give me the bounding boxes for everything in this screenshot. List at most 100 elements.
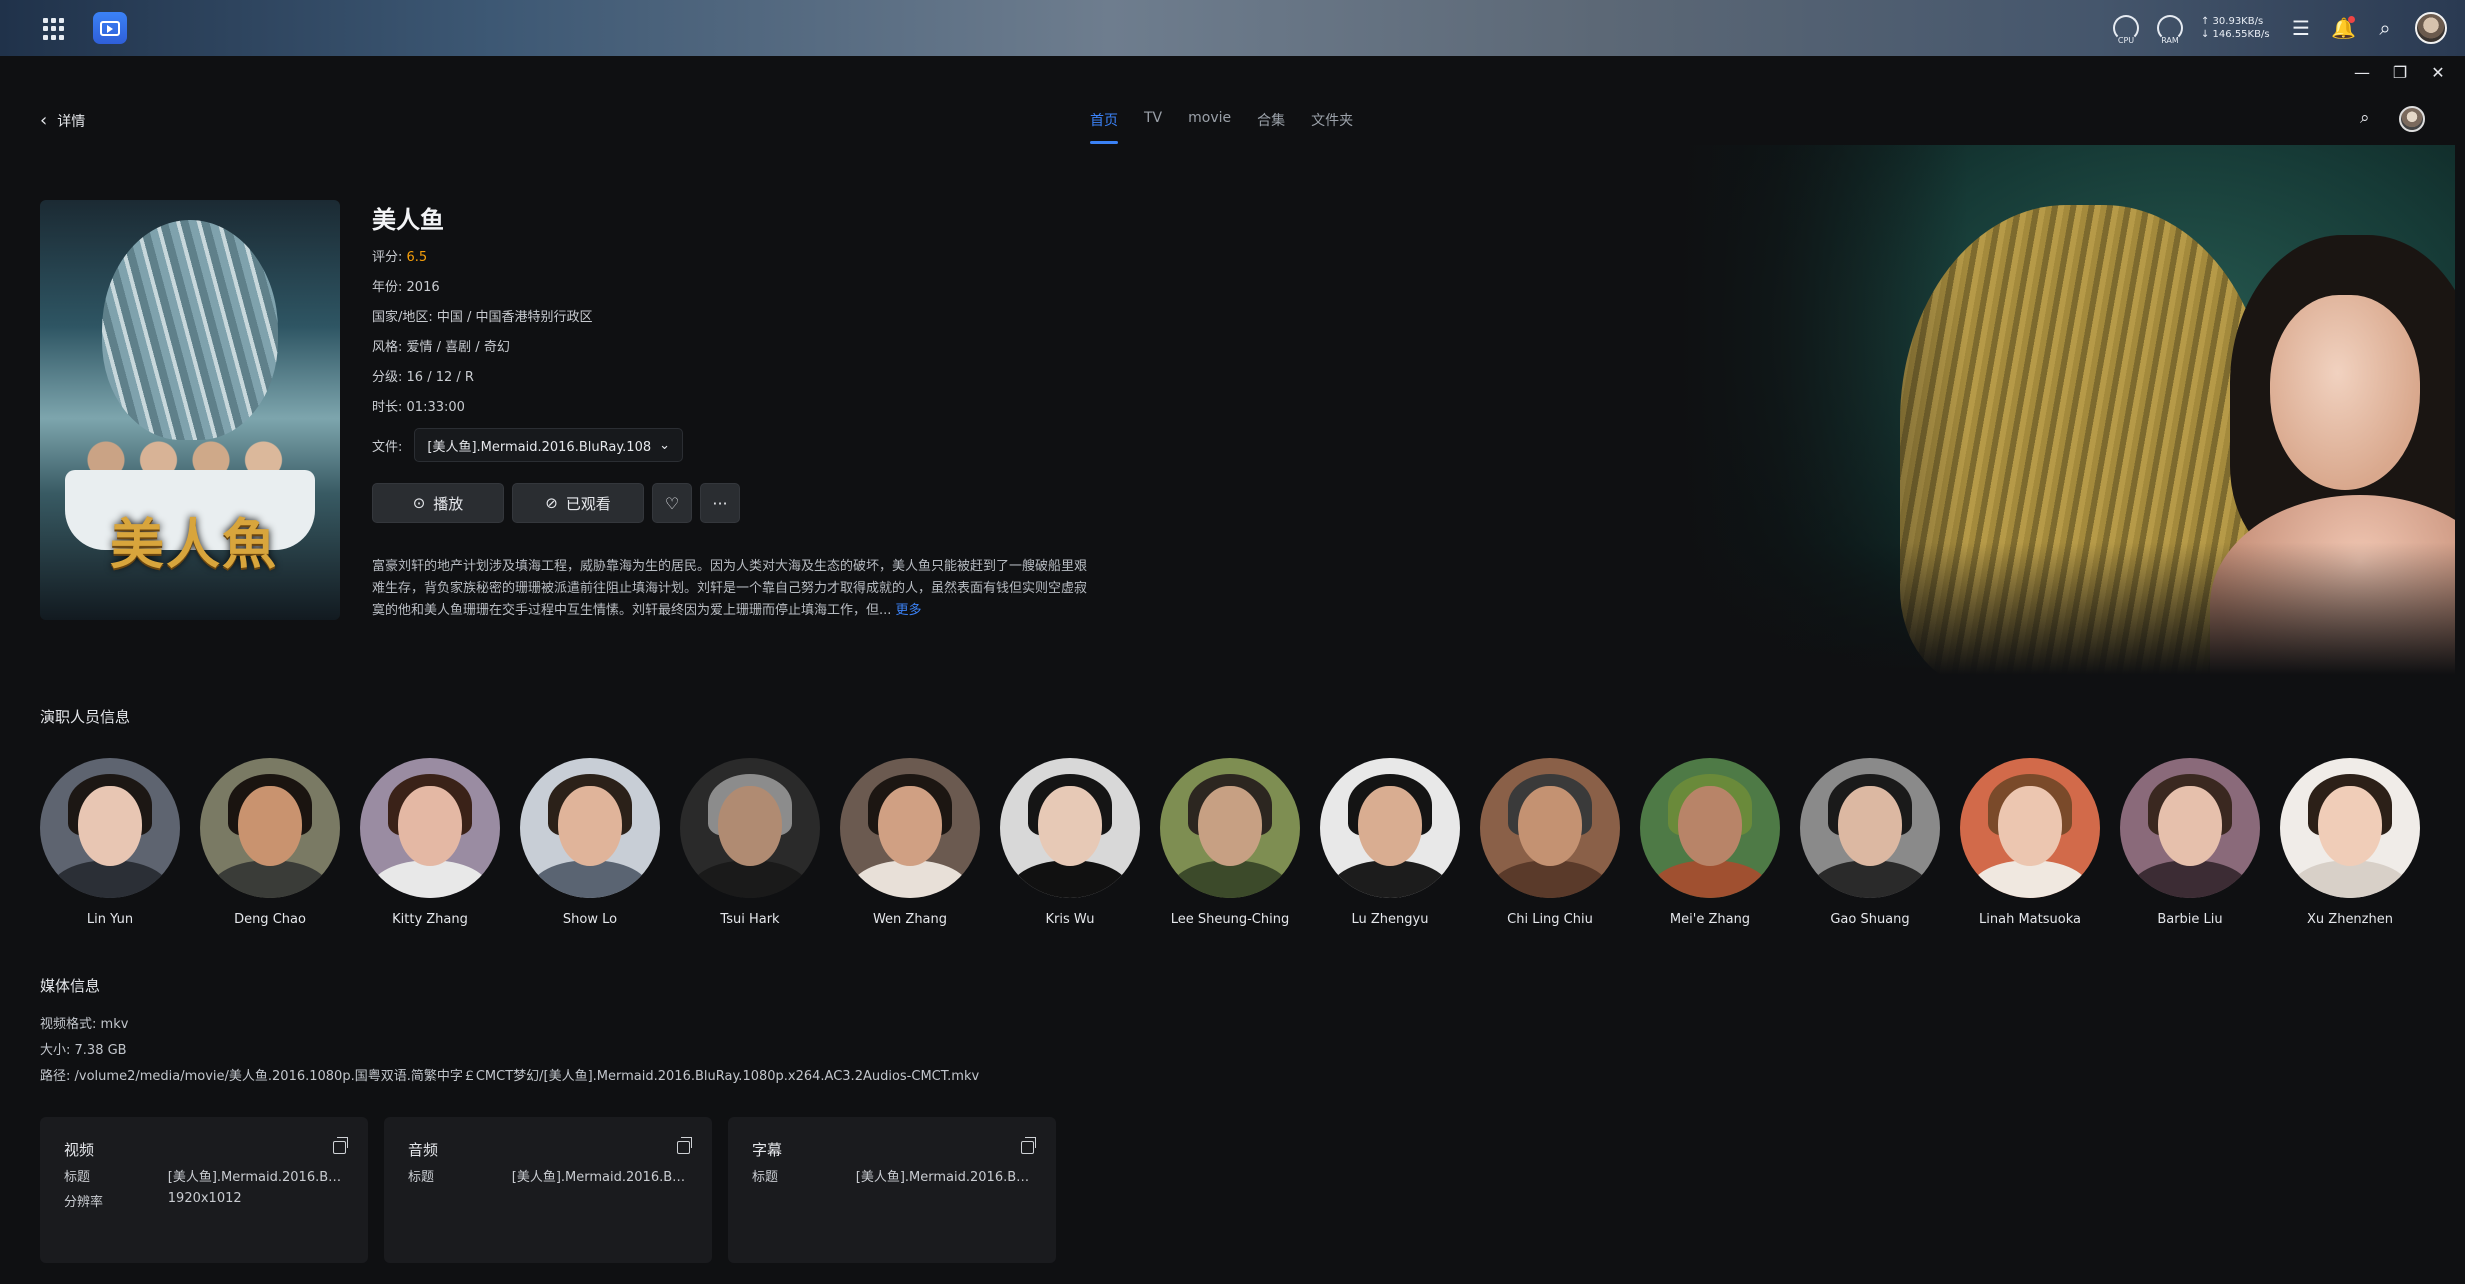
description-text: 富豪刘轩的地产计划涉及填海工程，威胁靠海为生的居民。因为人类对大海及生态的破坏，… bbox=[372, 559, 1088, 618]
classification-label: 分级: bbox=[372, 370, 403, 385]
play-label: 播放 bbox=[433, 494, 464, 513]
search-icon[interactable]: ⌕ bbox=[2360, 108, 2380, 128]
more-link[interactable]: 更多 bbox=[896, 603, 922, 618]
movie-meta: 评分: 6.5 年份: 2016 国家/地区: 中国 / 中国香港特别行政区 风… bbox=[372, 248, 593, 428]
cast-name: Deng Chao bbox=[234, 912, 306, 927]
cpu-label: CPU bbox=[2117, 36, 2135, 45]
download-speed: ↓ 146.55KB/s bbox=[2201, 29, 2270, 40]
card-key: 标题 bbox=[64, 1170, 91, 1185]
more-button[interactable]: ··· bbox=[700, 483, 740, 523]
copy-icon[interactable] bbox=[1021, 1137, 1036, 1154]
play-button[interactable]: ⊙ 播放 bbox=[372, 483, 504, 523]
duration-value: 01:33:00 bbox=[406, 400, 465, 415]
cpu-gauge-icon[interactable]: CPU bbox=[2113, 15, 2139, 45]
cast-avatar[interactable] bbox=[200, 758, 340, 898]
tab-tv[interactable]: TV bbox=[1144, 110, 1162, 140]
tab-movie[interactable]: movie bbox=[1188, 110, 1231, 140]
favorite-button[interactable]: ♡ bbox=[652, 483, 692, 523]
tab-collection[interactable]: 合集 bbox=[1257, 110, 1285, 140]
year-label: 年份: bbox=[372, 280, 403, 295]
back-button[interactable]: ‹ 详情 bbox=[40, 110, 85, 131]
file-select[interactable]: [美人鱼].Mermaid.2016.BluRay.108 ⌄ bbox=[414, 428, 684, 462]
classification-row: 分级: 16 / 12 / R bbox=[372, 368, 593, 398]
cast-name: Wen Zhang bbox=[872, 912, 948, 927]
watched-label: 已观看 bbox=[565, 494, 611, 513]
cast-member[interactable]: Kris Wu bbox=[1000, 758, 1140, 938]
cast-name: Barbie Liu bbox=[2157, 912, 2223, 927]
cast-avatar[interactable] bbox=[360, 758, 500, 898]
cast-member[interactable]: Lee Sheung-Ching bbox=[1160, 758, 1300, 938]
cast-avatar[interactable] bbox=[1800, 758, 1940, 898]
cast-avatar[interactable] bbox=[680, 758, 820, 898]
cast-avatar[interactable] bbox=[1480, 758, 1620, 898]
cast-avatar[interactable] bbox=[1960, 758, 2100, 898]
card-row: 标题 [美人鱼].Mermaid.2016.Bl... bbox=[752, 1166, 1032, 1185]
cast-avatar[interactable] bbox=[1000, 758, 1140, 898]
cast-avatar[interactable] bbox=[1160, 758, 1300, 898]
duration-row: 时长: 01:33:00 bbox=[372, 398, 593, 428]
cast-member[interactable]: Wen Zhang bbox=[840, 758, 980, 938]
movie-description: 富豪刘轩的地产计划涉及填海工程，威胁靠海为生的居民。因为人类对大海及生态的破坏，… bbox=[372, 556, 1092, 622]
card-value: [美人鱼].Mermaid.2016.Bl... bbox=[511, 1170, 688, 1185]
tab-home[interactable]: 首页 bbox=[1090, 110, 1118, 144]
file-select-value: [美人鱼].Mermaid.2016.BluRay.108 bbox=[427, 439, 652, 455]
genre-row: 风格: 爱情 / 喜剧 / 奇幻 bbox=[372, 338, 593, 368]
task-list-icon[interactable]: ☰ bbox=[2289, 16, 2313, 40]
cast-member[interactable]: Barbie Liu bbox=[2120, 758, 2260, 938]
cast-name: Xu Zhenzhen bbox=[2307, 912, 2393, 927]
user-avatar[interactable] bbox=[2415, 12, 2447, 44]
ram-gauge-icon[interactable]: RAM bbox=[2157, 15, 2183, 45]
cast-avatar[interactable] bbox=[1320, 758, 1460, 898]
cast-member[interactable]: Lu Zhengyu bbox=[1320, 758, 1460, 938]
region-value: 中国 / 中国香港特别行政区 bbox=[436, 310, 593, 325]
action-buttons: ⊙ 播放 ⊘ 已观看 ♡ ··· bbox=[372, 483, 740, 523]
cast-member[interactable]: Xu Zhenzhen bbox=[2280, 758, 2420, 938]
cast-name: Kris Wu bbox=[1045, 912, 1095, 927]
card-title: 视频 bbox=[64, 1141, 95, 1159]
cast-avatar[interactable] bbox=[1640, 758, 1780, 898]
card-title: 字幕 bbox=[752, 1141, 783, 1159]
audio-stream-card: 音频 标题 [美人鱼].Mermaid.2016.Bl... bbox=[384, 1117, 712, 1263]
window-controls: — ❐ ✕ bbox=[2353, 64, 2447, 82]
cast-name: Kitty Zhang bbox=[392, 912, 468, 927]
cast-member[interactable]: Kitty Zhang bbox=[360, 758, 500, 938]
cast-member[interactable]: Lin Yun bbox=[40, 758, 180, 938]
cast-name: Lu Zhengyu bbox=[1351, 912, 1429, 927]
notification-bell-icon[interactable]: 🔔 bbox=[2331, 16, 2356, 40]
copy-icon[interactable] bbox=[677, 1137, 692, 1154]
copy-icon[interactable] bbox=[333, 1137, 348, 1154]
watched-button[interactable]: ⊘ 已观看 bbox=[512, 483, 644, 523]
cast-avatar[interactable] bbox=[40, 758, 180, 898]
cast-name: Chi Ling Chiu bbox=[1507, 912, 1593, 927]
video-app-icon[interactable] bbox=[93, 12, 127, 44]
size-row: 大小: 7.38 GB bbox=[40, 1038, 979, 1064]
cast-member[interactable]: Chi Ling Chiu bbox=[1480, 758, 1620, 938]
cast-avatar[interactable] bbox=[2280, 758, 2420, 898]
cast-member[interactable]: Show Lo bbox=[520, 758, 660, 938]
network-speed[interactable]: ↑ 30.93KB/s ↓ 146.55KB/s bbox=[2201, 15, 2271, 41]
cast-avatar[interactable] bbox=[2120, 758, 2260, 898]
cast-member[interactable]: Deng Chao bbox=[200, 758, 340, 938]
cast-list: Lin Yun Deng Chao Kitty Zhang Show Lo Tsui H… bbox=[40, 758, 2465, 938]
notification-dot bbox=[2348, 16, 2355, 23]
cast-avatar[interactable] bbox=[520, 758, 660, 898]
profile-avatar[interactable] bbox=[2399, 106, 2425, 132]
minimize-icon[interactable]: — bbox=[2353, 64, 2371, 82]
app-grid-icon[interactable] bbox=[43, 18, 65, 40]
cast-member[interactable]: Mei'e Zhang bbox=[1640, 758, 1780, 938]
movie-poster[interactable]: 美人魚 bbox=[40, 200, 340, 620]
search-icon[interactable]: ⌕ bbox=[2373, 16, 2397, 40]
cast-member[interactable]: Tsui Hark bbox=[680, 758, 820, 938]
cast-name: Show Lo bbox=[562, 912, 618, 927]
close-icon[interactable]: ✕ bbox=[2429, 64, 2447, 82]
cast-member[interactable]: Gao Shuang bbox=[1800, 758, 1940, 938]
restore-icon[interactable]: ❐ bbox=[2391, 64, 2409, 82]
cast-avatar[interactable] bbox=[840, 758, 980, 898]
tab-folder[interactable]: 文件夹 bbox=[1311, 110, 1353, 140]
top-navigation: 首页 TV movie 合集 文件夹 bbox=[1090, 110, 1353, 144]
video-stream-card: 视频 标题 [美人鱼].Mermaid.2016.Bl... 分辨率 1920x10… bbox=[40, 1117, 368, 1263]
cast-member[interactable]: Linah Matsuoka bbox=[1960, 758, 2100, 938]
cast-name: Mei'e Zhang bbox=[1669, 912, 1751, 927]
cast-name: Tsui Hark bbox=[720, 912, 780, 927]
format-value: mkv bbox=[100, 1017, 129, 1032]
